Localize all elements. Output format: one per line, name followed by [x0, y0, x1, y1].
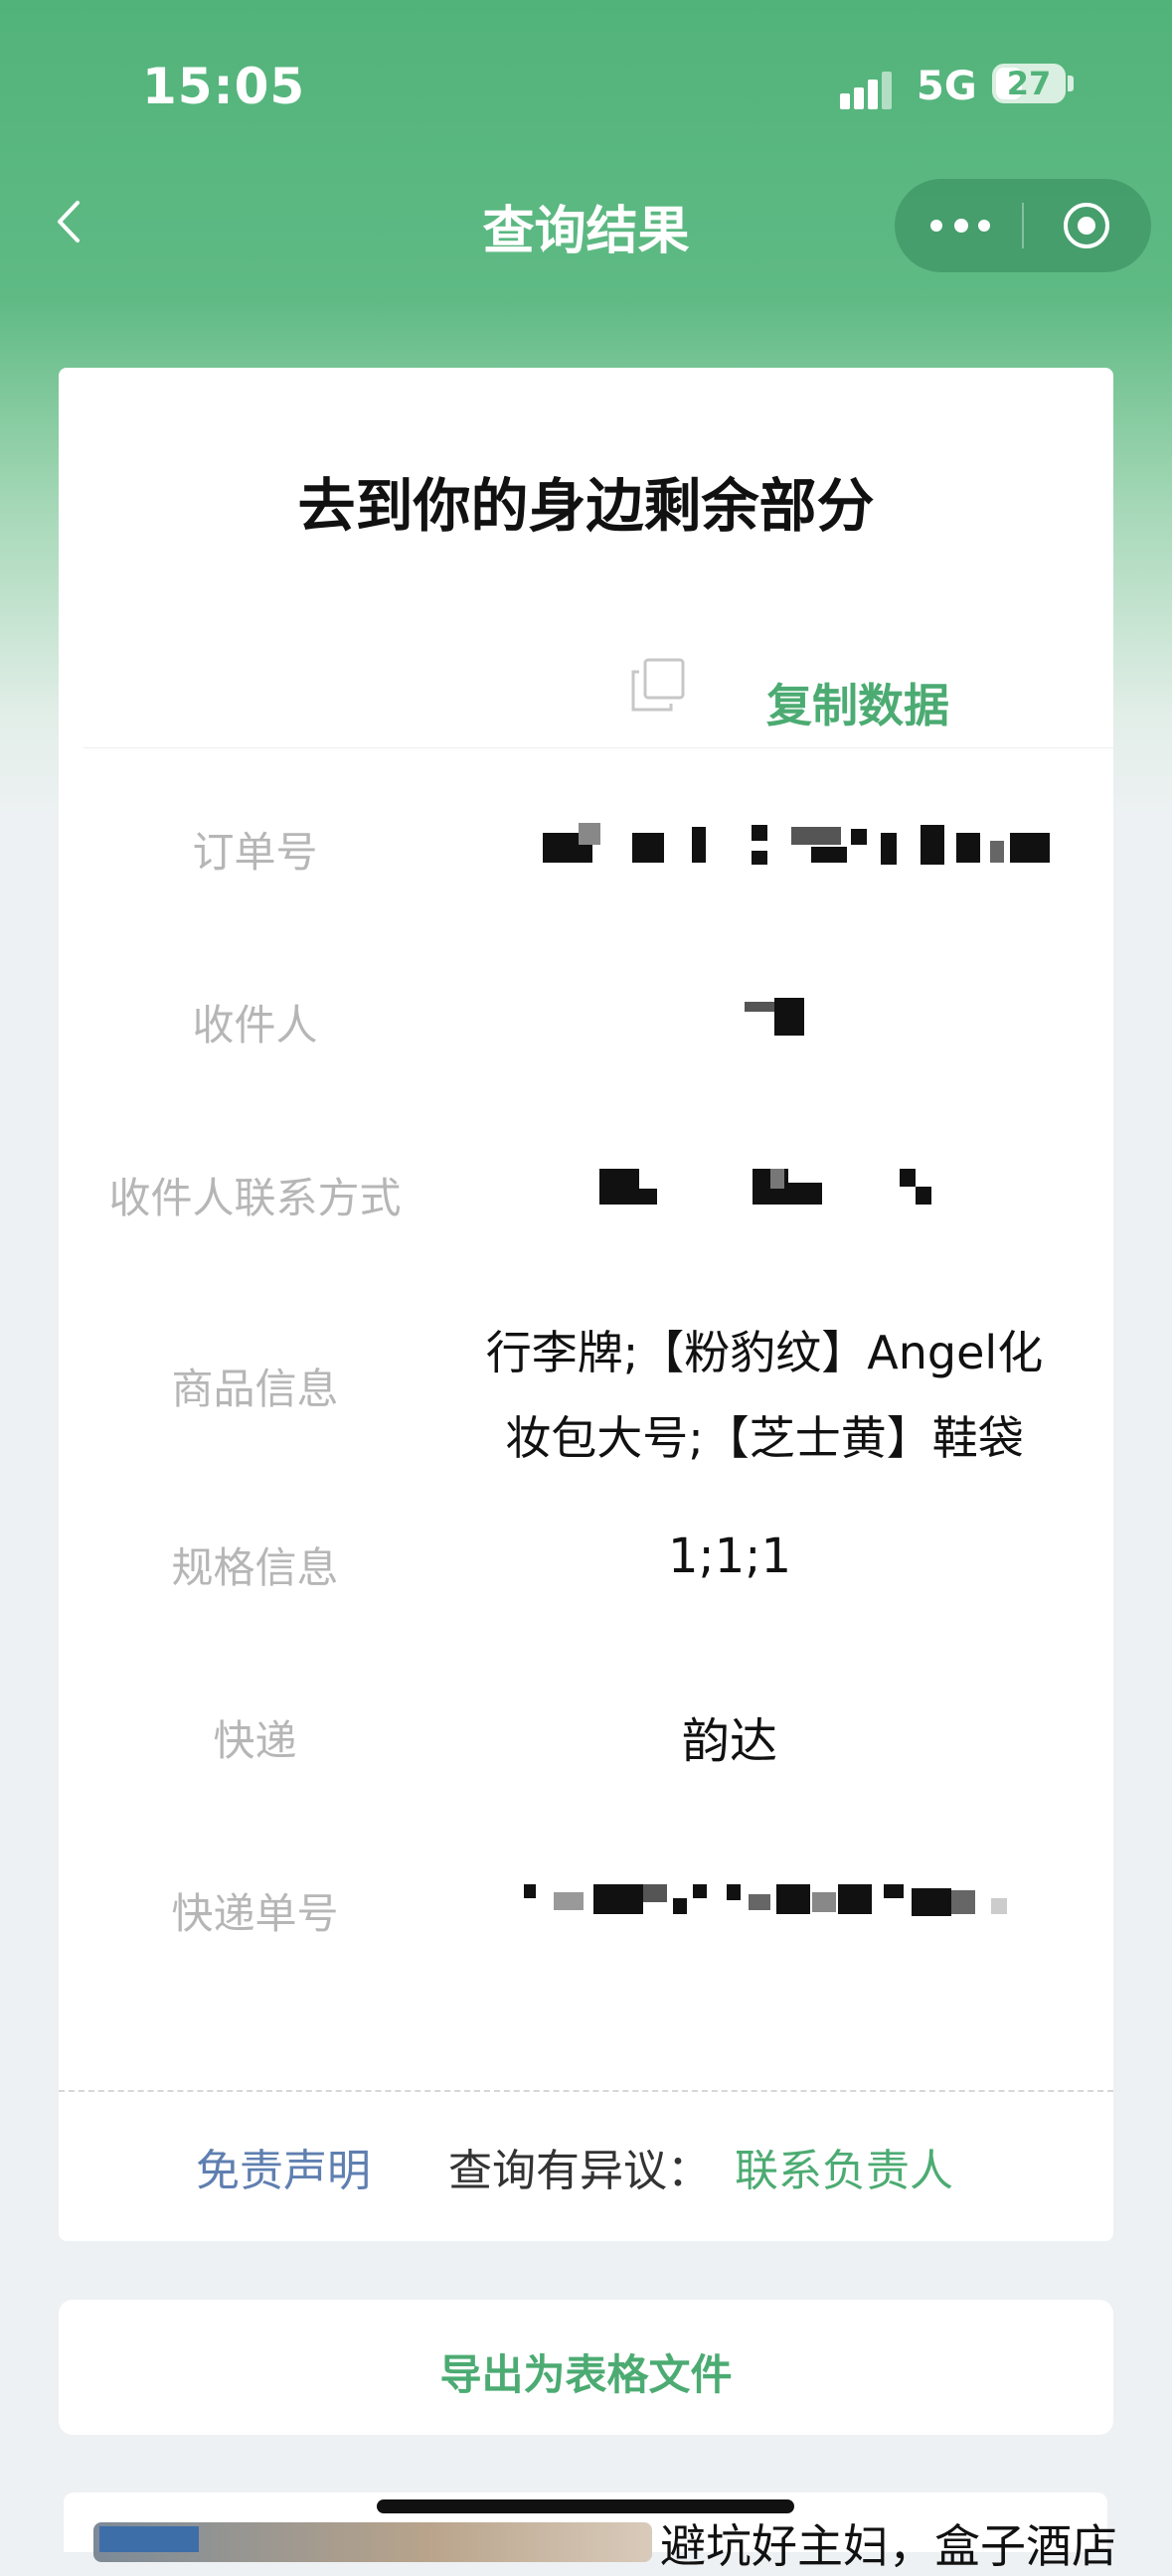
- product-info-line-1: 行李牌;【粉豹纹】Angel化: [485, 1326, 1044, 1379]
- export-spreadsheet-button[interactable]: 导出为表格文件: [59, 2300, 1113, 2435]
- close-miniprogram-button[interactable]: [1062, 201, 1111, 250]
- courier-label: 快递: [213, 1716, 297, 1765]
- tracking-number-row: 快递单号: [59, 1866, 1113, 1946]
- network-type: 5G: [917, 64, 977, 109]
- more-button[interactable]: [930, 209, 990, 242]
- recipient-redacted: [715, 992, 834, 1042]
- recipient-label: 收件人: [192, 1001, 318, 1049]
- order-number-redacted: [543, 823, 1050, 873]
- battery-tip: [1068, 76, 1074, 91]
- courier-row: 快递 韵达: [59, 1693, 1113, 1773]
- miniprogram-capsule: [895, 179, 1151, 272]
- contact-owner-link[interactable]: 联系负责人: [735, 2135, 953, 2198]
- copy-data-label: 复制数据: [766, 679, 949, 732]
- product-info-line-2: 妆包大号;【芝士黄】鞋袋: [505, 1411, 1024, 1465]
- copy-icon: [631, 658, 685, 712]
- recipient-contact-redacted: [595, 1169, 973, 1218]
- tracking-number-redacted: [524, 1884, 1061, 1934]
- result-card: 去到你的身边剩余部分 复制数据 订单号 收件人 收件人联系方式 商品信息 行李牌…: [59, 368, 1113, 2241]
- card-title: 去到你的身边剩余部分: [297, 472, 875, 540]
- product-info-row: 商品信息 行李牌;【粉豹纹】Angel化 妆包大号;【芝士黄】鞋袋: [59, 1310, 1113, 1465]
- objection-text: 查询有异议：: [448, 2146, 711, 2196]
- target-icon: [1064, 203, 1109, 248]
- battery-level: 27: [1006, 65, 1052, 102]
- order-number-row: 订单号: [59, 805, 1113, 885]
- card-footer: 免责声明 查询有异议： 联系负责人: [59, 2127, 1113, 2206]
- spec-info-row: 规格信息 1;1;1: [59, 1521, 1113, 1600]
- battery-icon: 27: [992, 64, 1066, 103]
- order-number-label: 订单号: [192, 828, 318, 877]
- recipient-row: 收件人: [59, 978, 1113, 1057]
- disclaimer-link[interactable]: 免责声明: [196, 2135, 371, 2198]
- product-info-label: 商品信息: [171, 1365, 339, 1413]
- spec-info-label: 规格信息: [171, 1543, 339, 1592]
- home-indicator[interactable]: [377, 2499, 794, 2513]
- export-spreadsheet-label: 导出为表格文件: [439, 2350, 733, 2399]
- signal-icon: [840, 70, 900, 109]
- recipient-contact-label: 收件人联系方式: [108, 1174, 402, 1222]
- status-time: 15:05: [142, 58, 306, 115]
- recipient-contact-row: 收件人联系方式: [59, 1151, 1113, 1230]
- tracking-number-label: 快递单号: [171, 1889, 339, 1938]
- ad-badge: [99, 2526, 199, 2552]
- spec-info-value: 1;1;1: [668, 1529, 791, 1584]
- ad-title: 避坑好主妇，盒子酒店: [660, 2519, 1117, 2573]
- dashed-divider: [59, 2090, 1113, 2092]
- divider: [84, 747, 1113, 748]
- capsule-divider: [1022, 203, 1024, 248]
- product-info-value: 行李牌;【粉豹纹】Angel化 妆包大号;【芝士黄】鞋袋: [451, 1310, 1078, 1481]
- courier-value: 韵达: [681, 1713, 777, 1769]
